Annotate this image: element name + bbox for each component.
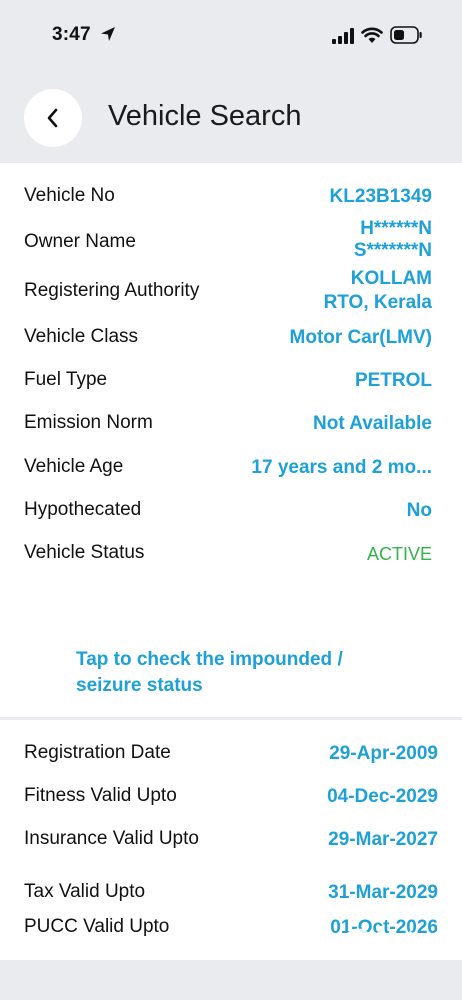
emission-norm-value: Not Available — [313, 413, 432, 434]
owner-name-value: H******N S*******N — [354, 218, 432, 262]
vehicle-status-badge: ACTIVE — [366, 544, 432, 564]
signal-icon — [332, 28, 354, 44]
tax-valid-value: 31-Mar-2029 — [328, 882, 438, 903]
hypothecated-value: No — [406, 500, 432, 521]
emission-norm-label: Emission Norm — [24, 412, 153, 433]
fuel-type-label: Fuel Type — [24, 369, 108, 390]
wifi-icon — [361, 27, 383, 43]
owner-name-line1: H******N — [360, 218, 432, 239]
registration-date-label: Registration Date — [24, 742, 171, 763]
status-bar: 3:47 — [0, 0, 462, 76]
page-title: Vehicle Search — [108, 100, 302, 132]
registering-authority-label: Registering Authority — [24, 280, 200, 301]
registering-authority-line2: RTO, Kerala — [323, 292, 432, 313]
impound-status-link[interactable]: Tap to check the impounded / seizure sta… — [76, 647, 416, 699]
vehicle-age-value: 17 years and 2 mo... — [251, 457, 432, 478]
pucc-valid-label: PUCC Valid Upto — [24, 916, 170, 937]
back-button[interactable] — [24, 89, 82, 147]
tax-valid-label: Tax Valid Upto — [24, 881, 146, 902]
location-arrow-icon — [101, 27, 115, 41]
fitness-valid-label: Fitness Valid Upto — [24, 785, 177, 806]
status-time: 3:47 — [52, 24, 91, 45]
fitness-valid-value: 04-Dec-2029 — [327, 786, 438, 807]
impound-link-line1: Tap to check the impounded / — [76, 649, 343, 670]
battery-icon — [390, 26, 422, 44]
chevron-left-icon — [47, 108, 58, 128]
vehicle-no-label: Vehicle No — [24, 185, 115, 206]
vehicle-class-value: Motor Car(LMV) — [289, 327, 432, 348]
registering-authority-value: KOLLAM RTO, Kerala — [324, 267, 432, 315]
vehicle-age-label: Vehicle Age — [24, 456, 124, 477]
hypothecated-label: Hypothecated — [24, 499, 142, 520]
registration-date-value: 29-Apr-2009 — [329, 743, 438, 764]
olx-logo — [342, 928, 414, 960]
registering-authority-line1: KOLLAM — [350, 268, 432, 289]
fuel-type-value: PETROL — [354, 370, 432, 391]
insurance-valid-value: 29-Mar-2027 — [328, 829, 438, 850]
vehicle-class-label: Vehicle Class — [24, 326, 139, 347]
insurance-valid-label: Insurance Valid Upto — [24, 828, 199, 849]
owner-name-label: Owner Name — [24, 231, 136, 252]
vehicle-no-value: KL23B1349 — [329, 186, 432, 207]
impound-link-line2: seizure status — [76, 675, 203, 696]
vehicle-status-label: Vehicle Status — [24, 542, 145, 563]
vehicle-details-card: Vehicle No KL23B1349 Owner Name H******N… — [0, 163, 462, 717]
owner-name-line2: S*******N — [353, 240, 432, 261]
